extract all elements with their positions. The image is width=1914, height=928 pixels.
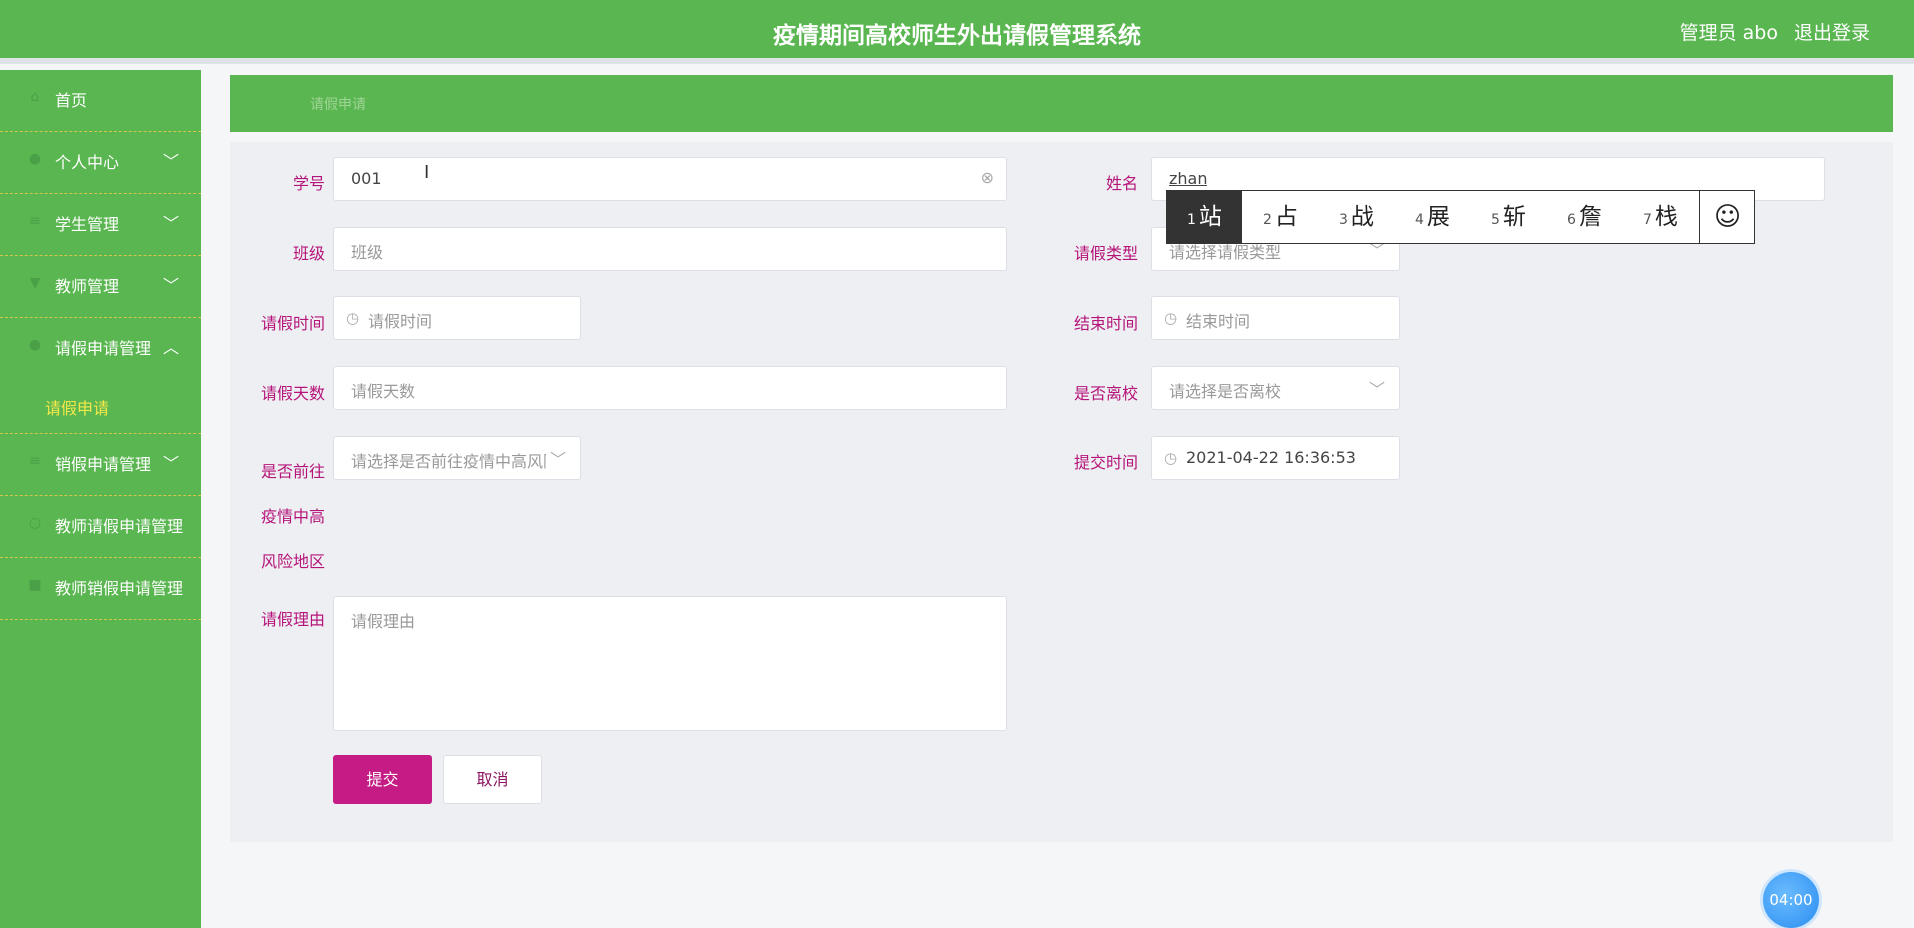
- ime-candidate-6[interactable]: 6詹: [1567, 191, 1602, 243]
- user-icon: ●: [28, 337, 42, 353]
- sidebar-item-teacher-management[interactable]: ▼ 教师管理 ﹀: [0, 256, 201, 318]
- logout-link[interactable]: 退出登录: [1794, 18, 1870, 45]
- clock-icon: ◷: [346, 309, 360, 327]
- breadcrumb: 请假申请: [230, 75, 1893, 132]
- sidebar-item-home[interactable]: ⌂ 首页: [0, 70, 201, 132]
- student-id-input[interactable]: 001 ⊗: [333, 157, 1007, 201]
- leave-days-label: 请假天数: [260, 384, 325, 403]
- ime-candidate-1[interactable]: 1站: [1167, 191, 1242, 243]
- emoji-icon[interactable]: ☺: [1699, 191, 1755, 243]
- ime-candidate-2[interactable]: 2占: [1263, 191, 1298, 243]
- class-label: 班级: [292, 244, 325, 263]
- high-risk-label: 是否前往 疫情中高 风险地区: [260, 462, 325, 571]
- student-id-label: 学号: [292, 174, 325, 193]
- reason-textarea[interactable]: 请假理由: [333, 596, 1007, 731]
- sidebar-item-student-management[interactable]: ≡ 学生管理 ﹀: [0, 194, 201, 256]
- timer-badge[interactable]: 04:00: [1763, 872, 1819, 928]
- ime-candidate-5[interactable]: 5斩: [1491, 191, 1526, 243]
- end-time-picker[interactable]: ◷ 结束时间: [1151, 296, 1400, 340]
- sidebar-subitem-leave-application[interactable]: 请假申请: [0, 380, 201, 434]
- ime-candidate-7[interactable]: 7栈: [1643, 191, 1678, 243]
- cancel-button[interactable]: 取消: [443, 755, 542, 804]
- list-icon: ≡: [29, 453, 41, 469]
- ime-candidate-bar: 1站 2占 3战 4展 5斩 6詹 7栈 ☺: [1166, 190, 1755, 244]
- leave-campus-label: 是否离校: [1073, 384, 1138, 403]
- briefcase-icon: ■: [28, 577, 42, 593]
- end-time-label: 结束时间: [1073, 314, 1138, 333]
- leave-application-form: 学号 001 ⊗ 姓名 zhan 班级 班级 请假类型 请选择请假类型 ﹀ 请假…: [230, 142, 1893, 842]
- ime-candidate-3[interactable]: 3战: [1339, 191, 1374, 243]
- trophy-icon: ▼: [29, 275, 41, 291]
- sidebar-item-personal-center[interactable]: ● 个人中心 ﹀: [0, 132, 201, 194]
- leave-days-input[interactable]: 请假天数: [333, 366, 1007, 410]
- top-header: 疫情期间高校师生外出请假管理系统 管理员 abo 退出登录: [0, 0, 1914, 64]
- submit-time-picker[interactable]: ◷ 2021-04-22 16:36:53: [1151, 436, 1400, 480]
- submit-time-label: 提交时间: [1073, 453, 1138, 472]
- chevron-down-icon: ﹀: [1368, 380, 1385, 399]
- clock-icon: ◷: [1164, 309, 1178, 327]
- circle-icon: ○: [28, 515, 42, 531]
- leave-time-picker[interactable]: ◷ 请假时间: [333, 296, 581, 340]
- sidebar-item-teacher-leave-management[interactable]: ○ 教师请假申请管理: [0, 496, 201, 558]
- leave-time-label: 请假时间: [260, 314, 325, 333]
- list-icon: ≡: [29, 213, 41, 229]
- leave-type-label: 请假类型: [1073, 244, 1138, 263]
- sidebar: ⌂ 首页 ● 个人中心 ﹀ ≡ 学生管理 ﹀ ▼ 教师管理 ﹀ ● 请假申请管理…: [0, 70, 201, 928]
- class-input[interactable]: 班级: [333, 227, 1007, 271]
- home-icon: ⌂: [30, 89, 40, 105]
- user-icon: ●: [28, 151, 42, 167]
- clear-icon[interactable]: ⊗: [981, 168, 994, 187]
- chevron-down-icon: ﹀: [162, 214, 179, 233]
- breadcrumb-current: 请假申请: [310, 97, 366, 113]
- submit-button[interactable]: 提交: [333, 755, 432, 804]
- sidebar-item-teacher-cancel-leave-management[interactable]: ■ 教师销假申请管理: [0, 558, 201, 620]
- high-risk-select[interactable]: 请选择是否前往疫情中高风险地区 ﹀: [333, 436, 581, 480]
- app-title: 疫情期间高校师生外出请假管理系统: [773, 23, 1141, 49]
- leave-campus-select[interactable]: 请选择是否离校 ﹀: [1151, 366, 1400, 410]
- sidebar-item-cancel-leave-management[interactable]: ≡ 销假申请管理 ﹀: [0, 434, 201, 496]
- current-user: 管理员 abo: [1679, 22, 1778, 44]
- ime-candidate-4[interactable]: 4展: [1415, 191, 1450, 243]
- reason-label: 请假理由: [260, 610, 325, 629]
- text-cursor-icon: I: [424, 162, 430, 183]
- chevron-down-icon: ﹀: [162, 454, 179, 473]
- chevron-down-icon: ﹀: [162, 276, 179, 295]
- name-label: 姓名: [1105, 174, 1138, 193]
- chevron-up-icon: ︿: [162, 338, 179, 357]
- chevron-down-icon: ﹀: [162, 152, 179, 171]
- clock-icon: ◷: [1164, 449, 1178, 467]
- chevron-down-icon: ﹀: [549, 450, 566, 469]
- sidebar-item-leave-management[interactable]: ● 请假申请管理 ︿: [0, 318, 201, 380]
